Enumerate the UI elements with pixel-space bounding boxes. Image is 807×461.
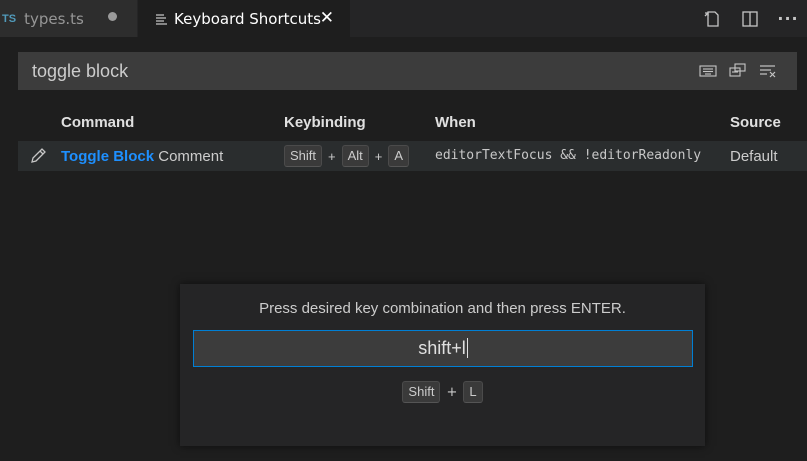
source-cell: Default	[730, 148, 778, 165]
command-rest: Comment	[154, 148, 224, 165]
keybinding-cell: Shift + Alt + A	[284, 145, 410, 167]
open-json-icon[interactable]	[693, 10, 731, 28]
close-icon[interactable]: ✕	[320, 8, 334, 28]
record-keys-icon[interactable]	[699, 63, 717, 82]
sort-by-precedence-icon[interactable]	[729, 62, 747, 82]
plus-sign: +	[446, 384, 458, 400]
column-command: Command	[61, 114, 135, 131]
keybinding-input-value: shift+l	[418, 338, 466, 358]
unsaved-dot-icon[interactable]	[108, 12, 117, 21]
command-cell: Toggle Block Comment	[61, 148, 223, 165]
tab-types-ts[interactable]: TS types.ts	[0, 0, 137, 37]
keybinding-input[interactable]: shift+l	[193, 330, 693, 367]
key-a: A	[388, 145, 410, 167]
tab-keyboard-shortcuts[interactable]: Keyboard Shortcuts ✕	[138, 0, 350, 37]
key-l: L	[463, 381, 483, 403]
edit-pencil-icon[interactable]	[29, 146, 48, 169]
table-row[interactable]: Toggle Block Comment Shift + Alt + A edi…	[18, 141, 807, 171]
clear-filter-icon[interactable]	[759, 63, 777, 82]
plus-sign: +	[374, 148, 383, 164]
tab-label: Keyboard Shortcuts	[174, 9, 321, 28]
search-box	[18, 52, 797, 90]
keybinding-preview: Shift + L	[180, 381, 705, 403]
search-input[interactable]	[18, 52, 668, 90]
typescript-icon: TS	[2, 12, 17, 25]
editor-actions: ···	[693, 0, 807, 37]
when-cell: editorTextFocus && !editorReadonly	[435, 148, 702, 163]
table-header: Command Keybinding When Source	[18, 106, 807, 140]
column-when: When	[435, 114, 476, 131]
key-shift: Shift	[402, 381, 441, 403]
split-editor-icon[interactable]	[731, 10, 769, 28]
plus-sign: +	[328, 148, 336, 164]
tab-bar: TS types.ts Keyboard Shortcuts ✕ ···	[0, 0, 807, 37]
more-actions-icon[interactable]: ···	[769, 9, 807, 28]
text-caret	[466, 338, 468, 358]
dialog-message: Press desired key combination and then p…	[259, 300, 626, 317]
column-source: Source	[730, 114, 781, 131]
keyboard-shortcuts-icon	[156, 13, 168, 25]
key-alt: Alt	[341, 145, 369, 167]
tab-label: types.ts	[24, 9, 84, 28]
key-shift: Shift	[284, 145, 323, 167]
column-keybinding: Keybinding	[284, 114, 366, 131]
command-match-highlight: Toggle Block	[61, 148, 155, 165]
define-keybinding-dialog: Press desired key combination and then p…	[180, 284, 705, 446]
